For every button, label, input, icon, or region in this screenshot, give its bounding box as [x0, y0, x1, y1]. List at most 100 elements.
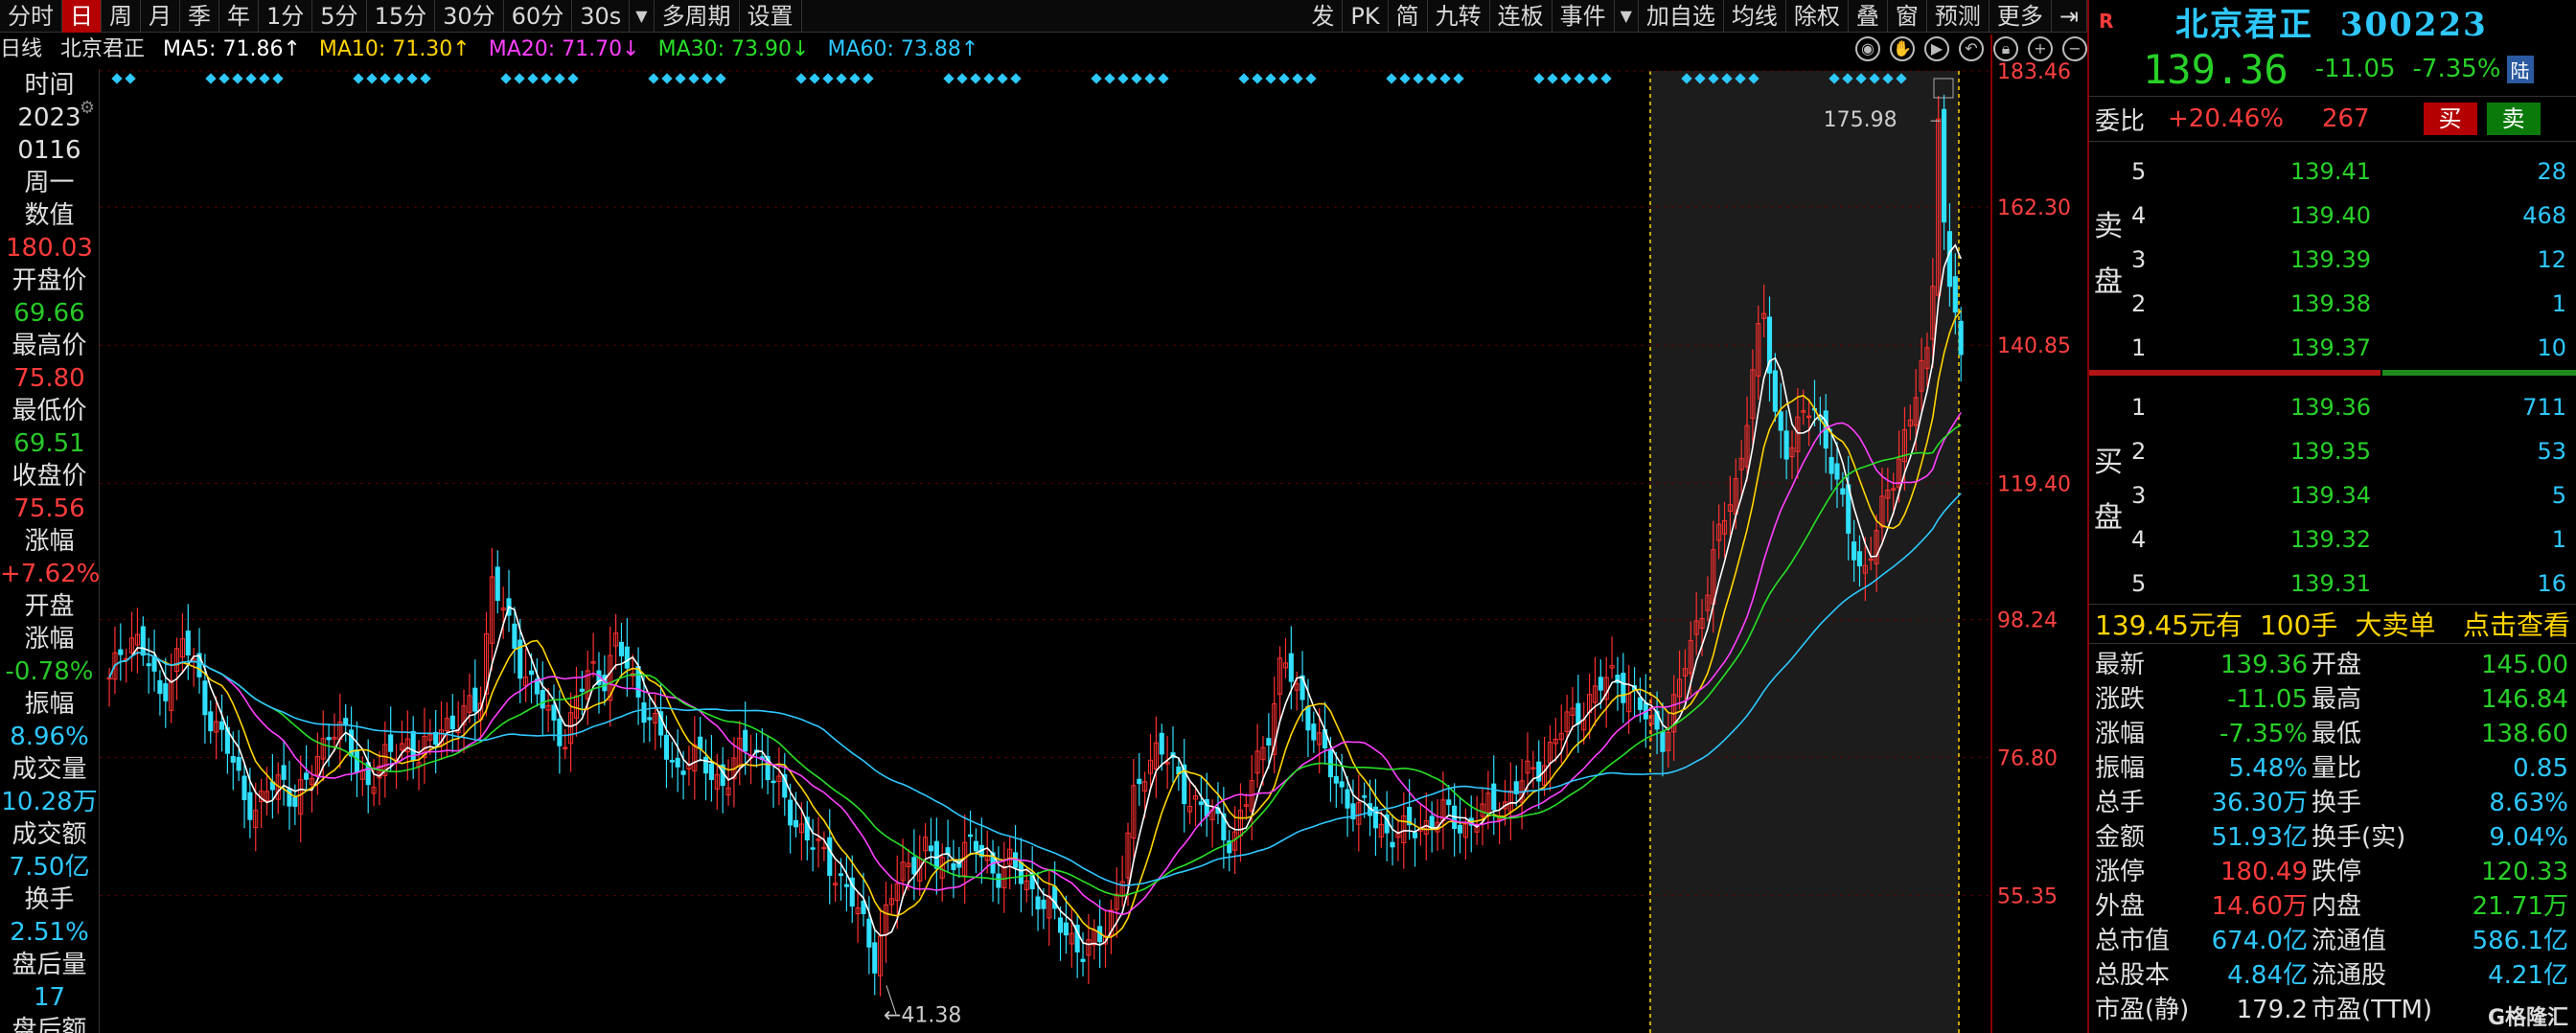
period-tab[interactable]: 1分: [259, 0, 313, 33]
period-tab[interactable]: 多周期: [655, 0, 740, 33]
gear-icon[interactable]: ⚙: [80, 98, 95, 118]
book-row[interactable]: 1 139.37 10: [2131, 326, 2576, 370]
big-order-action[interactable]: 点击查看: [2463, 605, 2570, 643]
book-row[interactable]: 1 139.36 711: [2131, 385, 2576, 429]
undo-icon[interactable]: ↶: [1959, 36, 1984, 61]
event-marker[interactable]: [1694, 73, 1706, 84]
tool-button[interactable]: 简: [1389, 0, 1428, 33]
event-marker[interactable]: [514, 73, 525, 84]
tool-button[interactable]: 窗: [1888, 0, 1927, 33]
event-marker[interactable]: [1117, 73, 1129, 84]
tool-button[interactable]: 叠: [1849, 0, 1888, 33]
collapse-icon[interactable]: ⇥: [2052, 0, 2087, 33]
tool-button[interactable]: 加自选: [1639, 0, 1724, 33]
event-marker[interactable]: [111, 73, 123, 84]
event-marker[interactable]: [849, 73, 861, 84]
event-marker[interactable]: [715, 73, 726, 84]
event-marker[interactable]: [997, 73, 1008, 84]
event-marker[interactable]: [1681, 73, 1692, 84]
event-marker[interactable]: [956, 73, 968, 84]
event-marker[interactable]: [1574, 73, 1585, 84]
tool-button[interactable]: 除权: [1786, 0, 1849, 33]
big-order-row[interactable]: 139.45元有 100手 大卖单 点击查看: [2089, 604, 2576, 644]
event-marker[interactable]: [1278, 73, 1290, 84]
event-marker[interactable]: [702, 73, 713, 84]
event-marker[interactable]: [500, 73, 512, 84]
close-icon[interactable]: [1933, 78, 1954, 99]
period-tab[interactable]: 30分: [435, 0, 504, 33]
tool-button[interactable]: PK: [1343, 0, 1389, 33]
event-marker[interactable]: [688, 73, 700, 84]
event-marker[interactable]: [1882, 73, 1894, 84]
event-marker[interactable]: [1144, 73, 1156, 84]
event-marker[interactable]: [809, 73, 820, 84]
period-tab[interactable]: 季: [180, 0, 219, 33]
event-marker[interactable]: [554, 73, 565, 84]
event-marker[interactable]: [1735, 73, 1746, 84]
event-marker[interactable]: [125, 73, 136, 84]
event-marker[interactable]: [1748, 73, 1760, 84]
event-marker[interactable]: [1104, 73, 1116, 84]
event-marker[interactable]: [205, 73, 217, 84]
tool-button[interactable]: 发: [1303, 0, 1344, 33]
event-marker[interactable]: [1305, 73, 1317, 84]
event-marker[interactable]: [943, 73, 954, 84]
hand-icon[interactable]: ✋: [1890, 36, 1915, 61]
kline-chart[interactable]: 183.46162.30140.85119.4098.2476.8055.351…: [0, 0, 2087, 1033]
event-marker[interactable]: [675, 73, 686, 84]
event-marker[interactable]: [1533, 73, 1545, 84]
event-marker[interactable]: [1426, 73, 1438, 84]
tool-button[interactable]: 更多: [1990, 0, 2052, 33]
event-marker[interactable]: [393, 73, 404, 84]
event-marker[interactable]: [1721, 73, 1733, 84]
event-marker[interactable]: [1238, 73, 1250, 84]
tool-button[interactable]: 连板: [1490, 0, 1552, 33]
zoom-in-icon[interactable]: +: [2028, 36, 2053, 61]
period-tab[interactable]: 周: [102, 0, 141, 33]
period-tab[interactable]: 月: [141, 0, 180, 33]
period-tab[interactable]: 15分: [367, 0, 436, 33]
event-marker[interactable]: [353, 73, 364, 84]
event-marker[interactable]: [1386, 73, 1397, 84]
event-marker[interactable]: [1399, 73, 1411, 84]
tool-button[interactable]: 九转: [1428, 0, 1490, 33]
event-marker[interactable]: [1828, 73, 1840, 84]
period-tab[interactable]: 60分: [504, 0, 573, 33]
event-marker[interactable]: [1560, 73, 1572, 84]
period-tab[interactable]: 日: [62, 0, 102, 33]
event-marker[interactable]: [1131, 73, 1142, 84]
chevron-down-icon[interactable]: ▼: [1615, 0, 1639, 32]
book-row[interactable]: 2 139.35 53: [2131, 429, 2576, 473]
event-marker[interactable]: [822, 73, 834, 84]
tool-button[interactable]: 预测: [1927, 0, 1990, 33]
event-marker[interactable]: [862, 73, 874, 84]
event-marker[interactable]: [1413, 73, 1424, 84]
event-marker[interactable]: [1855, 73, 1867, 84]
event-marker[interactable]: [648, 73, 659, 84]
event-marker[interactable]: [366, 73, 378, 84]
event-marker[interactable]: [1010, 73, 1022, 84]
period-tab[interactable]: 设置: [740, 0, 802, 33]
event-marker[interactable]: [795, 73, 807, 84]
chevron-down-icon[interactable]: ▼: [630, 0, 655, 32]
event-marker[interactable]: [380, 73, 391, 84]
book-row[interactable]: 3 139.39 12: [2131, 238, 2576, 282]
event-marker[interactable]: [218, 73, 230, 84]
event-marker[interactable]: [1292, 73, 1303, 84]
event-marker[interactable]: [1252, 73, 1263, 84]
book-row[interactable]: 5 139.31 16: [2131, 562, 2576, 606]
book-row[interactable]: 2 139.38 1: [2131, 282, 2576, 326]
eye-icon[interactable]: ◉: [1855, 36, 1880, 61]
event-marker[interactable]: [661, 73, 673, 84]
event-marker[interactable]: [259, 73, 270, 84]
event-marker[interactable]: [1896, 73, 1907, 84]
period-tab[interactable]: 30s: [572, 0, 631, 33]
event-marker[interactable]: [1842, 73, 1853, 84]
period-tab[interactable]: 分时: [0, 0, 62, 33]
event-marker[interactable]: [1091, 73, 1102, 84]
event-marker[interactable]: [406, 73, 418, 84]
event-marker[interactable]: [1265, 73, 1276, 84]
period-tab[interactable]: 5分: [312, 0, 367, 33]
event-marker[interactable]: [1600, 73, 1612, 84]
play-icon[interactable]: ▶: [1924, 36, 1949, 61]
